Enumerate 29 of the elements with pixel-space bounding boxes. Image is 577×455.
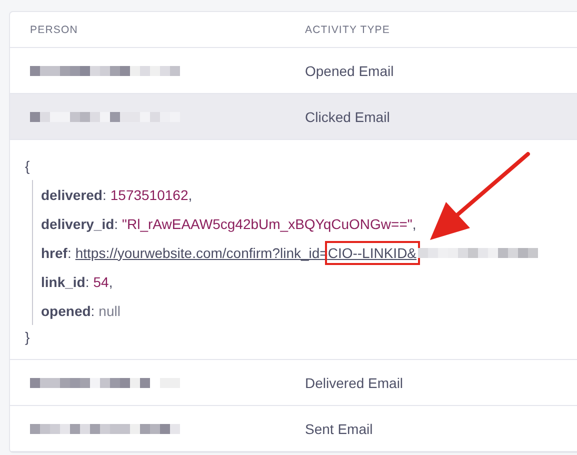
- table-row[interactable]: Clicked Email: [10, 94, 577, 140]
- json-comma: ,: [108, 274, 113, 290]
- highlighted-link-part: CIO--LINKID&: [328, 244, 417, 262]
- json-colon: :: [85, 274, 90, 290]
- json-key: delivery_id: [41, 216, 114, 232]
- json-brace: }: [25, 329, 30, 345]
- activity-type: Sent Email: [305, 420, 374, 436]
- json-colon: :: [90, 302, 95, 318]
- json-colon: :: [67, 244, 72, 260]
- json-comma: ,: [412, 216, 416, 232]
- json-value: "Rl_rAwEAAW5cg42bUm_xBQYqCuONGw==": [122, 216, 412, 232]
- activity-type: Opened Email: [305, 62, 395, 78]
- table-row[interactable]: Delivered Email: [10, 360, 577, 406]
- activity-type: Clicked Email: [305, 108, 391, 124]
- json-value: 54: [93, 274, 109, 290]
- json-value: 1573510162: [110, 186, 188, 202]
- json-colon: :: [102, 186, 106, 202]
- activity-type: Delivered Email: [305, 374, 404, 390]
- column-header: PERSON: [29, 24, 79, 36]
- json-colon: :: [114, 216, 118, 232]
- json-value: null: [98, 302, 120, 318]
- json-key: link_id: [41, 274, 86, 290]
- json-key: delivered: [41, 186, 102, 202]
- json-key: href: [41, 244, 68, 260]
- json-comma: ,: [188, 186, 192, 202]
- table-row[interactable]: Sent Email: [10, 406, 577, 452]
- column-header: ACTIVITY TYPE: [305, 24, 392, 36]
- json-key: opened: [41, 302, 91, 318]
- json-brace: {: [25, 158, 30, 174]
